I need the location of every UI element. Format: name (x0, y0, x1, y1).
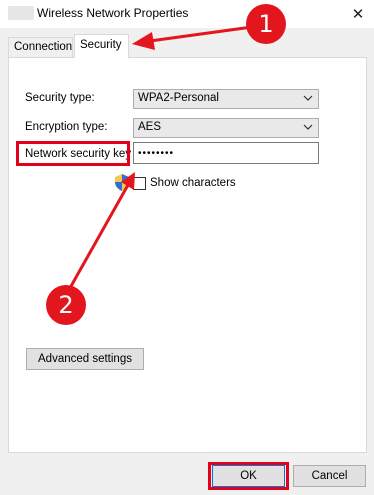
app-icon (8, 6, 34, 20)
show-characters-label[interactable]: Show characters (150, 177, 236, 189)
encryption-type-value: AES (138, 121, 162, 133)
step-marker-1: 1 (246, 4, 286, 44)
chevron-down-icon (303, 124, 313, 130)
title-bar: Wireless Network Properties ✕ (0, 0, 374, 28)
security-type-select[interactable]: WPA2-Personal (133, 89, 319, 109)
security-type-label: Security type: (25, 92, 95, 104)
step-marker-2: 2 (46, 285, 86, 325)
tab-security[interactable]: Security (74, 34, 129, 58)
close-button[interactable]: ✕ (342, 0, 374, 28)
window-title: Wireless Network Properties (37, 6, 189, 20)
arrow-1-line (149, 25, 253, 43)
arrow-1-head (132, 32, 155, 50)
encryption-type-select[interactable]: AES (133, 118, 319, 138)
chevron-down-icon (303, 95, 313, 101)
security-panel: Security type: WPA2-Personal Encryption … (8, 57, 367, 453)
tab-connection[interactable]: Connection (8, 37, 73, 58)
security-type-value: WPA2-Personal (138, 92, 219, 104)
ok-button[interactable]: OK (212, 465, 285, 487)
network-security-key-input[interactable]: •••••••• (133, 142, 319, 164)
uac-shield-icon (115, 174, 129, 191)
advanced-settings-button[interactable]: Advanced settings (26, 348, 144, 370)
encryption-type-label: Encryption type: (25, 121, 108, 133)
key-label-highlight (16, 141, 130, 166)
cancel-button[interactable]: Cancel (293, 465, 366, 487)
show-characters-checkbox[interactable] (133, 177, 146, 190)
